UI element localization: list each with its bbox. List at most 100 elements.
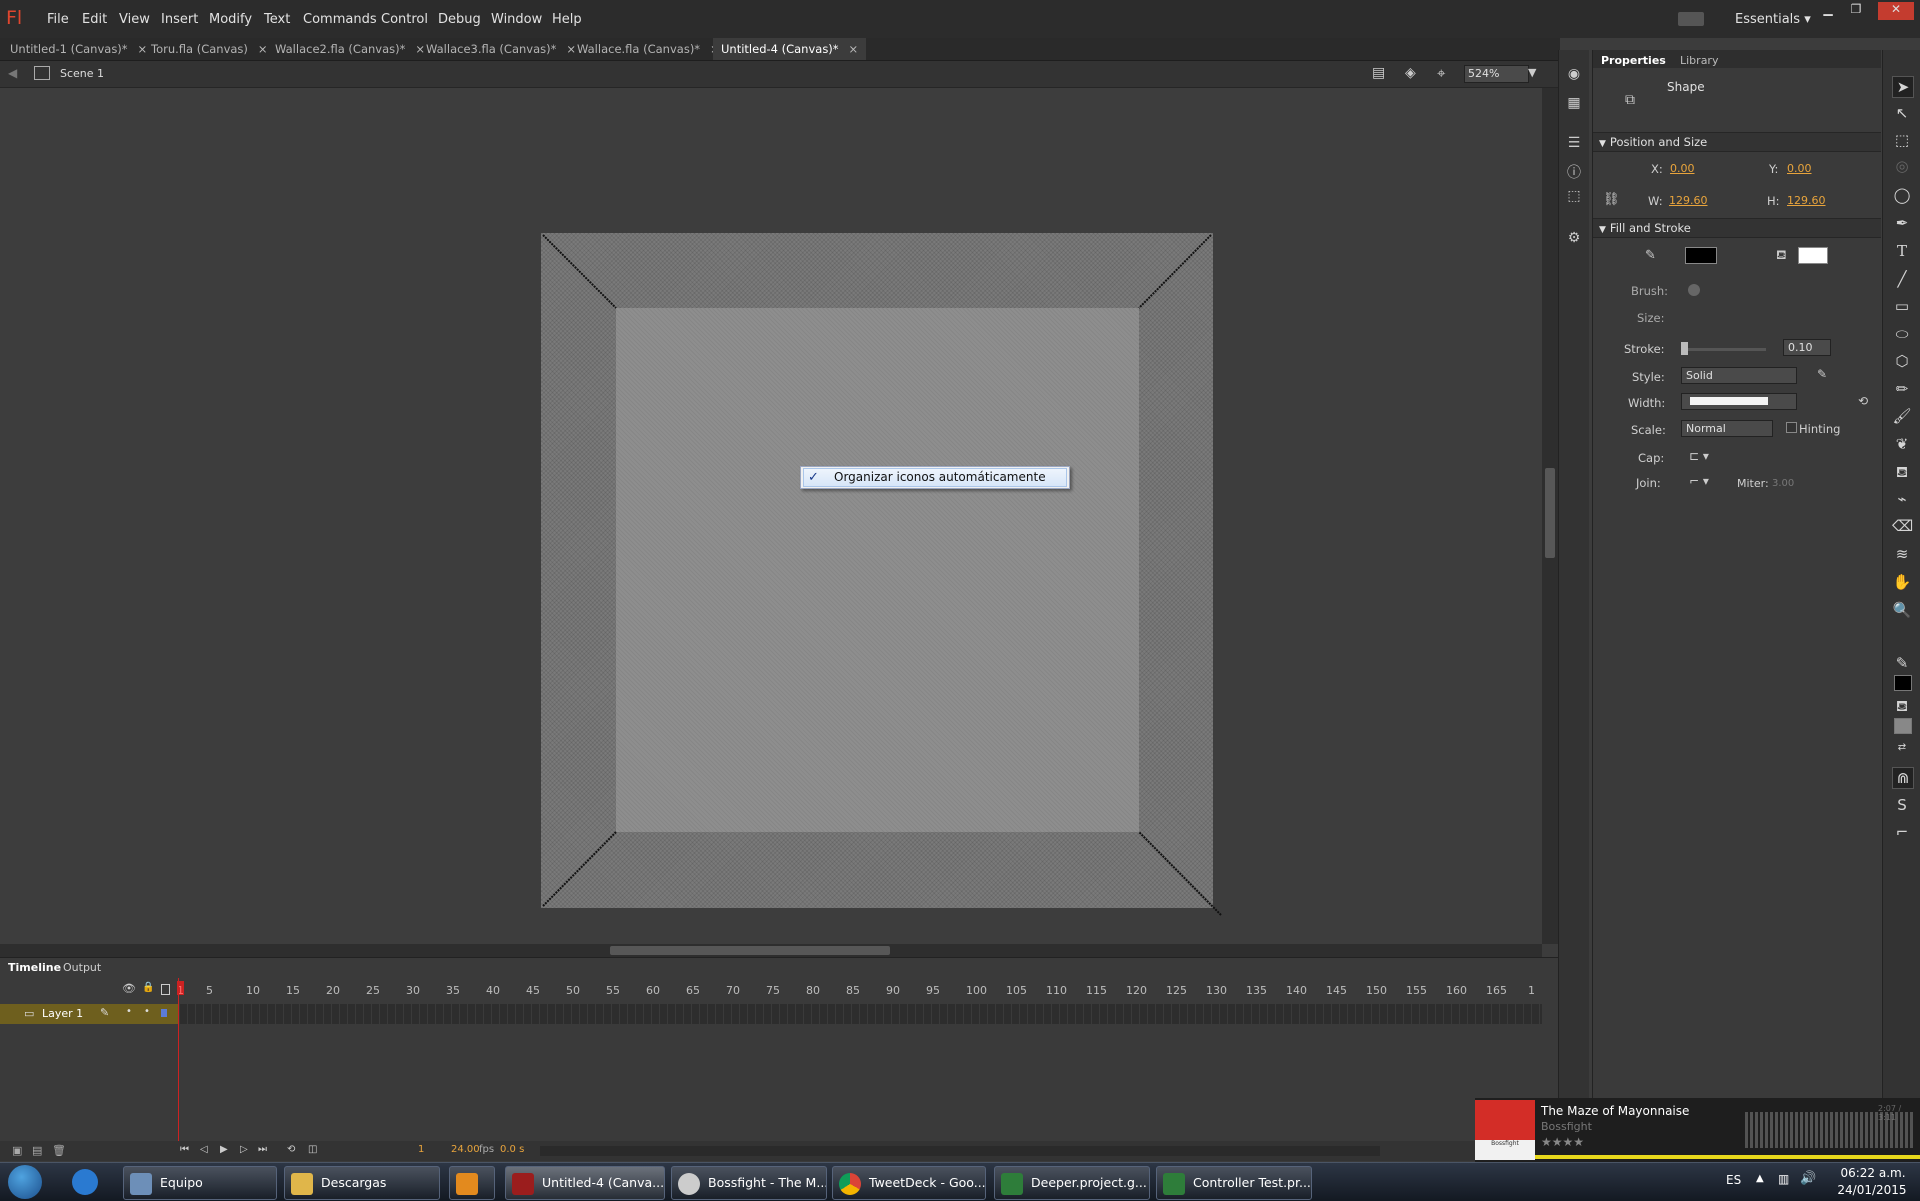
tab-library[interactable]: Library — [1680, 54, 1718, 67]
show-hidden-icons-icon[interactable]: ▲ — [1756, 1173, 1764, 1184]
network-icon[interactable]: ▥ — [1778, 1172, 1789, 1186]
step-back-icon[interactable]: ◁ — [200, 1144, 208, 1155]
last-frame-icon[interactable]: ⏭ — [258, 1144, 267, 1155]
color-swatches-icon[interactable]: ☰ — [1566, 135, 1582, 151]
lock-icon[interactable]: 🔒 — [142, 982, 154, 993]
edit-symbols-icon[interactable]: ◈ — [1405, 65, 1416, 81]
edit-style-icon[interactable]: ✎ — [1817, 367, 1827, 381]
taskbar-item[interactable]: Deeper.project.g... — [994, 1166, 1150, 1200]
close-window-icon[interactable]: ✕ — [1878, 2, 1914, 20]
doc-tab-active[interactable]: Untitled-4 (Canvas)* × — [713, 38, 867, 60]
reset-width-icon[interactable]: ⟲ — [1858, 394, 1868, 408]
doc-tab[interactable]: Untitled-1 (Canvas)* × — [2, 38, 155, 60]
minimize-icon[interactable]: ▁ — [1816, 2, 1840, 18]
hand-tool-icon[interactable]: ✋ — [1892, 572, 1912, 592]
doc-tab[interactable]: Wallace2.fla (Canvas)* × — [267, 38, 433, 60]
stroke-input[interactable]: 0.10 — [1783, 339, 1831, 356]
doc-tab[interactable]: Toru.fla (Canvas) × — [143, 38, 276, 60]
eyedropper-tool-icon[interactable]: ⌁ — [1892, 489, 1912, 509]
first-frame-icon[interactable]: ⏮ — [180, 1144, 189, 1155]
free-transform-tool-icon[interactable]: ⬚ — [1892, 130, 1912, 150]
loop-icon[interactable]: ⟲ — [287, 1144, 295, 1155]
tab-timeline[interactable]: Timeline — [8, 961, 61, 974]
menu-edit[interactable]: Edit — [82, 12, 107, 27]
components-icon[interactable]: ⚙ — [1566, 230, 1582, 246]
layer-name-cell[interactable]: ▭ Layer 1 ✎ • • — [0, 1004, 178, 1024]
start-button-icon[interactable] — [8, 1165, 42, 1199]
rating-stars[interactable]: ★★★★ — [1541, 1135, 1584, 1149]
tab-properties[interactable]: Properties — [1601, 54, 1666, 67]
language-indicator[interactable]: ES — [1726, 1173, 1741, 1187]
layer-row[interactable]: ▭ Layer 1 ✎ • • — [0, 1004, 1542, 1024]
scale-dropdown[interactable]: Normal — [1681, 420, 1773, 437]
menu-commands[interactable]: Commands — [303, 12, 377, 27]
taskbar-item[interactable]: Equipo — [123, 1166, 277, 1200]
polystar-tool-icon[interactable]: ⬡ — [1892, 351, 1912, 371]
stroke-color-swatch[interactable] — [1685, 247, 1717, 264]
3d-rotation-tool-icon[interactable]: ◎ — [1892, 156, 1912, 176]
doc-tab[interactable]: Wallace.fla (Canvas)*× — [569, 38, 728, 60]
restore-icon[interactable]: ❐ — [1844, 2, 1868, 18]
taskbar-item[interactable] — [449, 1166, 495, 1200]
smooth-icon[interactable]: S — [1892, 795, 1912, 815]
stroke-slider[interactable] — [1681, 342, 1766, 355]
link-icon[interactable]: ⛓ — [1603, 192, 1620, 207]
workspace-switcher[interactable]: Essentials ▾ — [1735, 12, 1811, 27]
taskbar-item-active[interactable]: Untitled-4 (Canva... — [505, 1166, 665, 1200]
internet-explorer-icon[interactable] — [72, 1169, 98, 1195]
fill-color-swatch[interactable] — [1798, 247, 1828, 264]
vertical-scroll-thumb[interactable] — [1545, 468, 1555, 558]
new-layer-icon[interactable]: ▣ — [12, 1144, 22, 1157]
selection-tool-icon[interactable]: ➤ — [1892, 76, 1914, 98]
motion-editor-icon[interactable]: ◉ — [1566, 66, 1582, 82]
progress-bar[interactable] — [1535, 1155, 1920, 1159]
menu-insert[interactable]: Insert — [161, 12, 198, 27]
text-tool-icon[interactable]: T — [1892, 241, 1912, 261]
menu-text[interactable]: Text — [264, 12, 290, 27]
x-value[interactable]: 0.00 — [1670, 162, 1695, 175]
width-tool-icon[interactable]: ≋ — [1892, 544, 1912, 564]
edit-scene-icon[interactable]: ▤ — [1372, 65, 1385, 81]
section-position-size[interactable]: ▼ Position and Size — [1593, 132, 1881, 152]
now-playing-widget[interactable]: Bossfight The Maze of Mayonnaise Bossfig… — [1475, 1098, 1920, 1162]
style-dropdown[interactable]: Solid — [1681, 367, 1797, 384]
zoom-dropdown-icon[interactable]: ▼ — [1528, 66, 1536, 79]
horizontal-scrollbar[interactable] — [0, 944, 1542, 957]
rectangle-tool-icon[interactable]: ▭ — [1892, 296, 1912, 316]
clock-time[interactable]: 06:22 a.m. — [1838, 1166, 1908, 1180]
outline-icon[interactable] — [161, 984, 170, 995]
layer-color-icon[interactable] — [161, 1009, 167, 1017]
info-icon[interactable]: ⓘ — [1566, 162, 1582, 181]
fill-color-chip[interactable] — [1894, 718, 1912, 734]
straighten-icon[interactable]: ⌐ — [1892, 822, 1912, 842]
visibility-dot-icon[interactable]: • — [126, 1006, 132, 1017]
join-style-icon[interactable]: ⌐ ▾ — [1689, 474, 1709, 488]
h-value[interactable]: 129.60 — [1787, 194, 1826, 207]
eraser-tool-icon[interactable]: ⌫ — [1892, 516, 1913, 536]
doc-tab[interactable]: Wallace3.fla (Canvas)* × — [418, 38, 584, 60]
y-value[interactable]: 0.00 — [1787, 162, 1812, 175]
taskbar-item[interactable]: Descargas — [284, 1166, 440, 1200]
section-fill-stroke[interactable]: ▼ Fill and Stroke — [1593, 218, 1881, 238]
swap-colors-icon[interactable]: ⇄ — [1892, 738, 1912, 758]
menu-modify[interactable]: Modify — [209, 12, 252, 27]
sync-settings-icon[interactable] — [1678, 12, 1704, 26]
lasso-tool-icon[interactable]: ◯ — [1892, 185, 1912, 205]
fill-color-tool-icon[interactable]: ⛾ — [1892, 696, 1912, 716]
oval-tool-icon[interactable]: ⬭ — [1892, 324, 1912, 344]
stroke-color-tool-icon[interactable]: ✎ — [1892, 653, 1912, 673]
hinting-checkbox[interactable] — [1786, 422, 1797, 433]
vertical-scrollbar[interactable] — [1542, 88, 1558, 944]
menu-help[interactable]: Help — [552, 12, 582, 27]
zoom-field[interactable]: 524% — [1464, 65, 1529, 83]
deco-tool-icon[interactable]: ❦ — [1892, 434, 1912, 454]
close-tab-icon[interactable]: × — [849, 42, 859, 56]
snap-to-objects-icon[interactable]: ⋒ — [1892, 767, 1914, 789]
brush-tool-icon[interactable]: 🖌 — [1892, 406, 1912, 426]
frame-cells[interactable] — [179, 1004, 1542, 1024]
transform-icon[interactable]: ⬚ — [1566, 188, 1582, 204]
new-folder-icon[interactable]: ▤ — [32, 1144, 42, 1157]
eye-icon[interactable]: 👁 — [122, 982, 136, 995]
stroke-color-chip[interactable] — [1894, 675, 1912, 691]
current-frame[interactable]: 1 — [418, 1144, 424, 1155]
